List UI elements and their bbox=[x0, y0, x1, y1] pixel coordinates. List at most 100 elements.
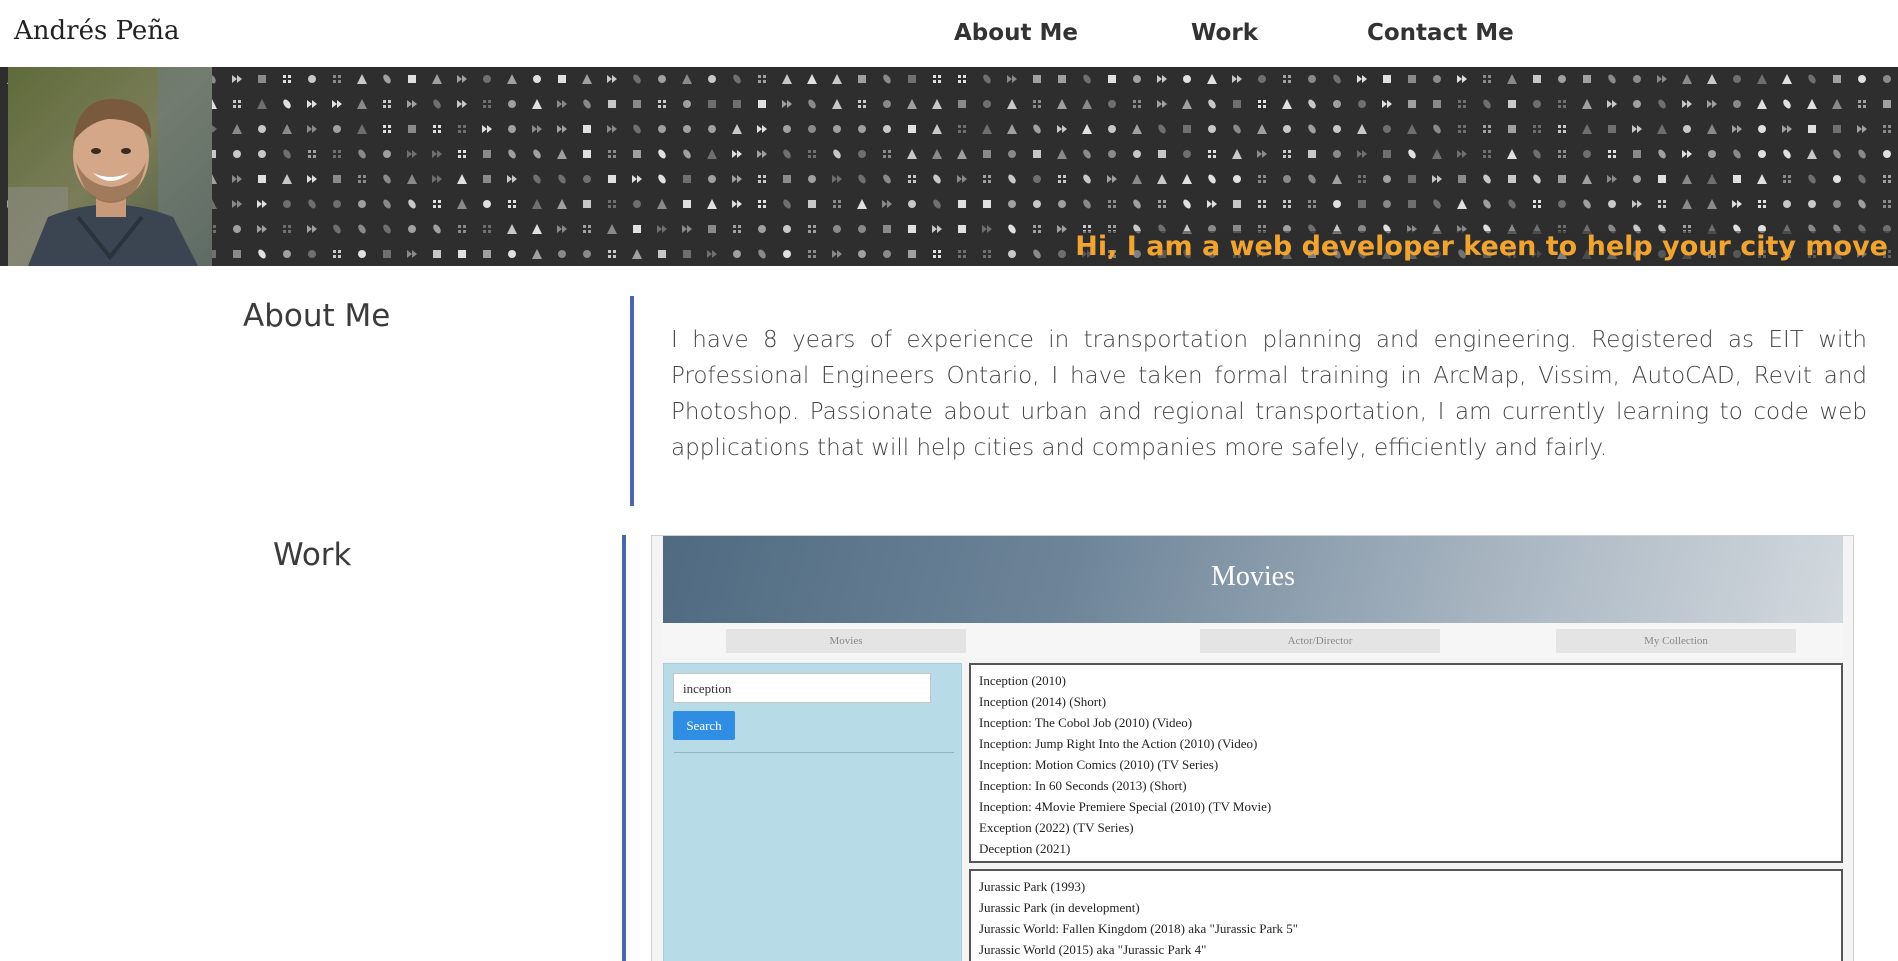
pattern-glyph bbox=[1733, 175, 1741, 183]
pattern-glyph bbox=[608, 250, 616, 258]
about-divider bbox=[630, 296, 634, 506]
pattern-glyph bbox=[1383, 200, 1391, 208]
pattern-glyph bbox=[682, 74, 692, 84]
pattern-glyph bbox=[707, 199, 717, 209]
pattern-glyph bbox=[408, 199, 416, 209]
brand-name[interactable]: Andrés Peña bbox=[14, 16, 180, 46]
pattern-glyph bbox=[307, 125, 317, 133]
pattern-glyph bbox=[532, 199, 542, 209]
result-item[interactable]: Inception: In 60 Seconds (2013) (Short) bbox=[979, 775, 1833, 796]
pattern-glyph bbox=[1883, 100, 1891, 108]
pattern-glyph bbox=[407, 174, 417, 184]
pattern-glyph bbox=[733, 225, 741, 233]
pattern-glyph bbox=[483, 75, 491, 83]
pattern-glyph bbox=[1682, 74, 1692, 84]
pattern-glyph bbox=[1757, 74, 1767, 84]
project-tab-movies[interactable]: Movies bbox=[726, 629, 966, 653]
nav-link-contact-me[interactable]: Contact Me bbox=[1367, 20, 1514, 46]
pattern-glyph bbox=[1283, 175, 1291, 183]
pattern-glyph bbox=[557, 125, 567, 133]
pattern-glyph bbox=[1333, 100, 1341, 108]
pattern-glyph bbox=[407, 100, 417, 108]
pattern-glyph bbox=[708, 75, 716, 83]
pattern-glyph bbox=[258, 150, 266, 158]
pattern-glyph bbox=[1257, 124, 1267, 134]
project-screenshot[interactable]: Movies Movies Actor/Director My Collecti… bbox=[651, 535, 1854, 961]
pattern-glyph bbox=[357, 124, 367, 134]
pattern-glyph bbox=[1083, 174, 1091, 184]
pattern-glyph bbox=[383, 250, 391, 258]
nav-link-work[interactable]: Work bbox=[1191, 20, 1258, 46]
project-tabbar: Movies Actor/Director My Collection bbox=[663, 623, 1843, 657]
pattern-glyph bbox=[1132, 174, 1142, 184]
pattern-glyph bbox=[733, 100, 741, 108]
pattern-glyph bbox=[683, 125, 691, 133]
pattern-glyph bbox=[1133, 75, 1141, 83]
pattern-glyph bbox=[332, 100, 342, 108]
pattern-glyph bbox=[1007, 99, 1017, 109]
result-item[interactable]: Jurassic Park (in development) bbox=[979, 897, 1833, 918]
pattern-glyph bbox=[1632, 125, 1642, 133]
pattern-glyph bbox=[633, 74, 641, 84]
result-item[interactable]: Exception (2022) (TV Series) bbox=[979, 817, 1833, 838]
project-results-list-1: Inception (2010) Inception (2014) (Short)… bbox=[969, 663, 1843, 863]
result-item[interactable]: Inception: The Cobol Job (2010) (Video) bbox=[979, 712, 1833, 733]
pattern-glyph bbox=[632, 175, 642, 183]
pattern-glyph bbox=[1183, 199, 1191, 209]
pattern-glyph bbox=[532, 125, 542, 133]
pattern-glyph bbox=[1358, 200, 1366, 208]
pattern-glyph bbox=[458, 250, 466, 258]
pattern-glyph bbox=[1807, 149, 1817, 159]
pattern-glyph bbox=[1608, 200, 1616, 208]
project-search-button[interactable]: Search bbox=[673, 711, 735, 740]
pattern-glyph bbox=[1383, 150, 1391, 158]
pattern-glyph bbox=[1232, 75, 1242, 83]
pattern-glyph bbox=[233, 150, 241, 158]
pattern-glyph bbox=[1033, 75, 1041, 83]
project-tab-actor-director[interactable]: Actor/Director bbox=[1200, 629, 1440, 653]
pattern-glyph bbox=[582, 74, 592, 84]
result-item[interactable]: Inception: 4Movie Premiere Special (2010… bbox=[979, 796, 1833, 817]
pattern-glyph bbox=[1483, 99, 1491, 109]
pattern-glyph bbox=[483, 100, 491, 108]
pattern-glyph bbox=[508, 149, 516, 159]
result-item[interactable]: Inception: Motion Comics (2010) (TV Seri… bbox=[979, 754, 1833, 775]
pattern-glyph bbox=[1483, 199, 1491, 209]
pattern-glyph bbox=[283, 99, 291, 109]
project-tab-my-collection[interactable]: My Collection bbox=[1556, 629, 1796, 653]
pattern-glyph bbox=[1658, 175, 1666, 183]
pattern-glyph bbox=[983, 175, 991, 183]
pattern-glyph bbox=[982, 225, 992, 233]
pattern-glyph bbox=[658, 174, 666, 184]
pattern-glyph bbox=[1308, 75, 1316, 83]
pattern-glyph bbox=[432, 74, 442, 84]
pattern-glyph bbox=[1508, 125, 1516, 133]
result-item[interactable]: Inception (2014) (Short) bbox=[979, 691, 1833, 712]
result-item[interactable]: Deception (2021) bbox=[979, 838, 1833, 859]
pattern-glyph bbox=[1707, 174, 1717, 184]
pattern-glyph bbox=[833, 125, 841, 133]
pattern-glyph bbox=[933, 174, 941, 184]
pattern-glyph bbox=[483, 250, 491, 258]
pattern-glyph bbox=[1108, 200, 1116, 208]
pattern-glyph bbox=[1208, 150, 1216, 158]
pattern-glyph bbox=[607, 224, 617, 234]
pattern-glyph bbox=[1608, 74, 1616, 84]
nav-link-about-me[interactable]: About Me bbox=[954, 20, 1078, 46]
pattern-glyph bbox=[1608, 150, 1616, 158]
pattern-glyph bbox=[758, 75, 766, 83]
pattern-glyph bbox=[958, 225, 966, 233]
pattern-glyph bbox=[233, 250, 241, 258]
result-item[interactable]: Jurassic World: Fallen Kingdom (2018) ak… bbox=[979, 918, 1833, 939]
pattern-glyph bbox=[307, 225, 317, 233]
pattern-glyph bbox=[433, 125, 441, 133]
hero-banner: Hi, I am a web developer keen to help yo… bbox=[0, 67, 1898, 266]
result-item[interactable]: Inception (2010) bbox=[979, 670, 1833, 691]
result-item[interactable]: Inception: Jump Right Into the Action (2… bbox=[979, 733, 1833, 754]
result-item[interactable]: Jurassic Park (1993) bbox=[979, 876, 1833, 897]
result-item[interactable]: Jurassic World (2015) aka "Jurassic Park… bbox=[979, 939, 1833, 960]
project-search-input[interactable]: inception bbox=[673, 673, 931, 703]
pattern-glyph bbox=[808, 175, 816, 183]
pattern-glyph bbox=[1158, 124, 1166, 134]
pattern-glyph bbox=[1033, 124, 1041, 134]
